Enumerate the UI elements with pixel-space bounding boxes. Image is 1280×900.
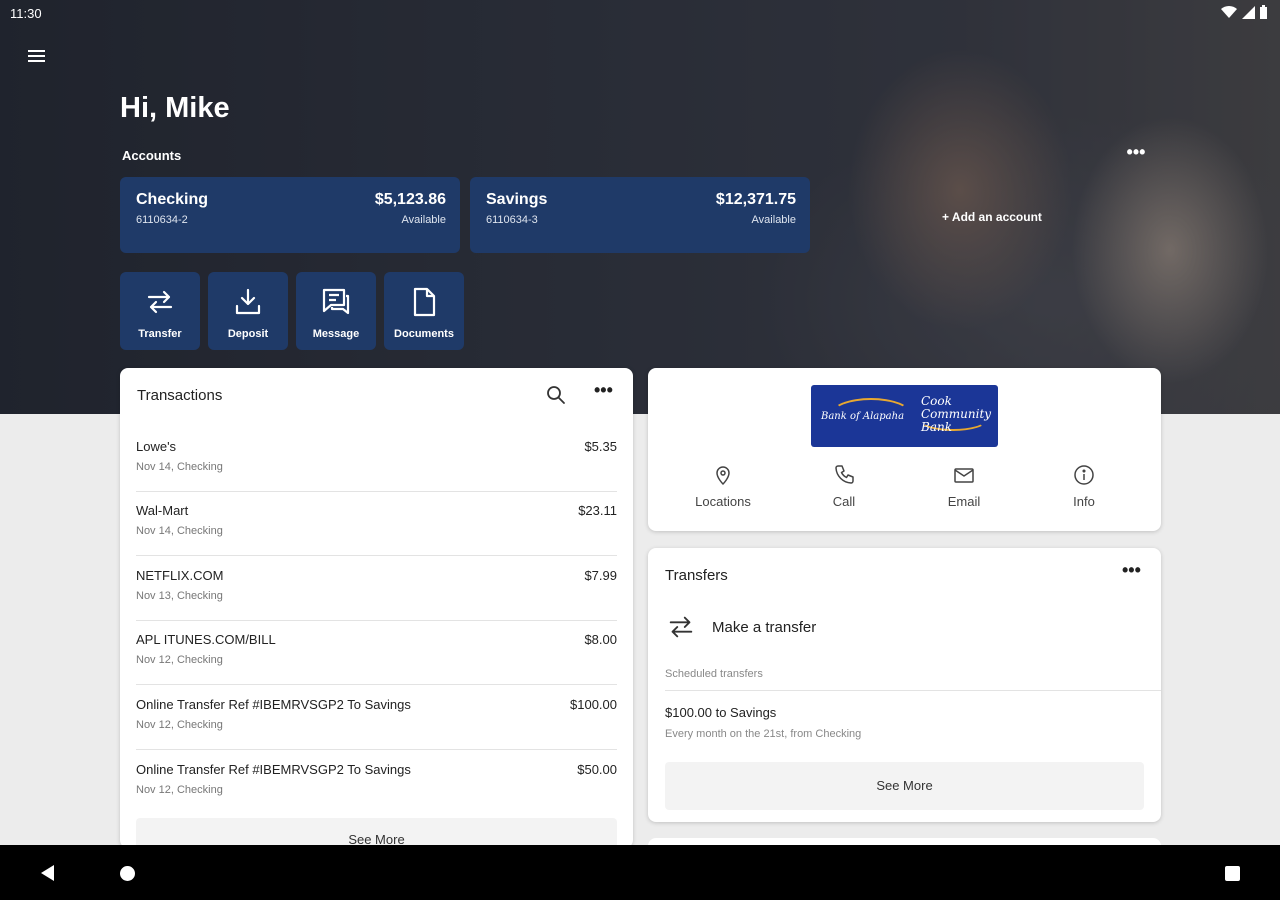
system-nav-bar	[0, 845, 1280, 900]
location-pin-icon	[716, 466, 730, 486]
transaction-description: Lowe's	[136, 439, 177, 454]
transaction-meta: Nov 12, Checking	[136, 719, 223, 731]
account-number: 6110634-3	[486, 214, 538, 226]
action-label: Message	[312, 328, 360, 340]
transaction-row[interactable]: Online Transfer Ref #IBEMRVSGP2 To Savin…	[136, 686, 617, 750]
transaction-meta: Nov 12, Checking	[136, 784, 223, 796]
transfer-icon	[669, 616, 693, 638]
divider	[665, 690, 1161, 691]
transaction-meta: Nov 14, Checking	[136, 461, 223, 473]
back-icon[interactable]	[40, 864, 56, 882]
transfers-title: Transfers	[665, 567, 728, 584]
transaction-row[interactable]: NETFLIX.COM Nov 13, Checking $7.99	[136, 557, 617, 621]
add-account-link[interactable]: + Add an account	[942, 210, 1042, 224]
account-name: Savings	[486, 191, 548, 208]
documents-action-button[interactable]: Documents	[384, 272, 464, 350]
battery-icon	[1260, 5, 1267, 19]
message-action-button[interactable]: Message	[296, 272, 376, 350]
hero-banner: Hi, Mike Accounts ••• Checking 6110634-2…	[0, 0, 1280, 414]
scheduled-transfer-detail: Every month on the 21st, from Checking	[665, 728, 862, 740]
scheduled-transfers-label: Scheduled transfers	[665, 668, 763, 680]
account-balance: $5,123.86	[374, 191, 446, 208]
transaction-description: Online Transfer Ref #IBEMRVSGP2 To Savin…	[136, 697, 411, 712]
transfers-card: Transfers ••• Make a transfer Scheduled …	[648, 548, 1161, 822]
logo-text-primary: Bank of Alapaha	[821, 411, 905, 422]
transaction-amount: $7.99	[584, 568, 617, 583]
phone-icon	[835, 465, 854, 484]
account-balance-label: Available	[751, 214, 796, 226]
greeting: Hi, Mike	[120, 92, 230, 124]
search-icon[interactable]	[546, 385, 566, 405]
transaction-row[interactable]: Online Transfer Ref #IBEMRVSGP2 To Savin…	[136, 751, 617, 815]
transaction-meta: Nov 14, Checking	[136, 525, 223, 537]
transaction-amount: $50.00	[577, 762, 617, 777]
account-number: 6110634-2	[136, 214, 188, 226]
transactions-more-icon[interactable]: •••	[594, 381, 613, 399]
account-card-savings[interactable]: Savings 6110634-3 $12,371.75 Available	[470, 177, 810, 253]
wifi-icon	[1221, 5, 1237, 19]
email-button[interactable]: Email	[909, 464, 1019, 520]
scheduled-transfer-item[interactable]: $100.00 to Savings	[665, 705, 776, 720]
status-icons	[1221, 5, 1268, 19]
action-label: Transfer	[138, 328, 182, 340]
status-bar: 11:30	[0, 0, 1280, 26]
transactions-see-more-button[interactable]: See More	[136, 818, 617, 848]
home-icon[interactable]	[120, 866, 135, 881]
deposit-action-button[interactable]: Deposit	[208, 272, 288, 350]
accounts-more-icon[interactable]: •••	[1124, 143, 1148, 164]
transaction-meta: Nov 12, Checking	[136, 654, 223, 666]
transfer-action-button[interactable]: Transfer	[120, 272, 200, 350]
transaction-row[interactable]: APL ITUNES.COM/BILL Nov 12, Checking $8.…	[136, 621, 617, 685]
contact-label: Locations	[695, 494, 751, 509]
transaction-amount: $23.11	[578, 503, 617, 518]
action-label: Documents	[394, 328, 454, 340]
status-time: 11:30	[10, 6, 42, 21]
action-label: Deposit	[227, 328, 269, 340]
transaction-row[interactable]: Wal-Mart Nov 14, Checking $23.11	[136, 492, 617, 556]
call-button[interactable]: Call	[789, 464, 899, 520]
transaction-row[interactable]: Lowe's Nov 14, Checking $5.35	[136, 428, 617, 492]
bank-logo: Bank of Alapaha Cook Community Bank	[811, 385, 998, 447]
transaction-amount: $8.00	[584, 632, 617, 647]
email-icon	[954, 468, 974, 483]
transfers-see-more-button[interactable]: See More	[665, 762, 1144, 810]
info-button[interactable]: Info	[1029, 464, 1139, 520]
account-card-checking[interactable]: Checking 6110634-2 $5,123.86 Available	[120, 177, 460, 253]
info-icon	[1074, 465, 1094, 485]
locations-button[interactable]: Locations	[668, 464, 778, 520]
transaction-description: APL ITUNES.COM/BILL	[136, 632, 276, 647]
transfers-more-icon[interactable]: •••	[1122, 561, 1141, 579]
recent-apps-icon[interactable]	[1225, 866, 1240, 881]
document-icon	[413, 287, 436, 317]
transaction-description: NETFLIX.COM	[136, 568, 224, 583]
contact-label: Email	[947, 494, 981, 509]
contact-label: Info	[1073, 494, 1095, 509]
transaction-amount: $100.00	[570, 697, 617, 712]
transactions-title: Transactions	[137, 387, 223, 404]
bank-info-card: Bank of Alapaha Cook Community Bank Loca…	[648, 368, 1161, 531]
account-name: Checking	[136, 191, 209, 208]
transfer-icon	[147, 290, 173, 314]
account-balance-label: Available	[401, 214, 446, 226]
hamburger-menu-icon[interactable]	[26, 46, 48, 66]
make-transfer-button[interactable]: Make a transfer	[666, 610, 966, 644]
message-icon	[322, 288, 350, 315]
transaction-meta: Nov 13, Checking	[136, 590, 223, 602]
transaction-description: Online Transfer Ref #IBEMRVSGP2 To Savin…	[136, 762, 411, 777]
make-transfer-label: Make a transfer	[712, 619, 817, 636]
transaction-amount: $5.35	[584, 439, 617, 454]
accounts-heading: Accounts	[122, 148, 182, 163]
transactions-card: Transactions ••• Lowe's Nov 14, Checking…	[120, 368, 633, 848]
transaction-description: Wal-Mart	[136, 503, 189, 518]
deposit-icon	[235, 288, 261, 315]
logo-text-secondary: Cook Community Bank	[921, 394, 992, 434]
contact-label: Call	[832, 494, 856, 509]
account-balance: $12,371.75	[715, 191, 796, 208]
signal-icon	[1242, 6, 1255, 19]
